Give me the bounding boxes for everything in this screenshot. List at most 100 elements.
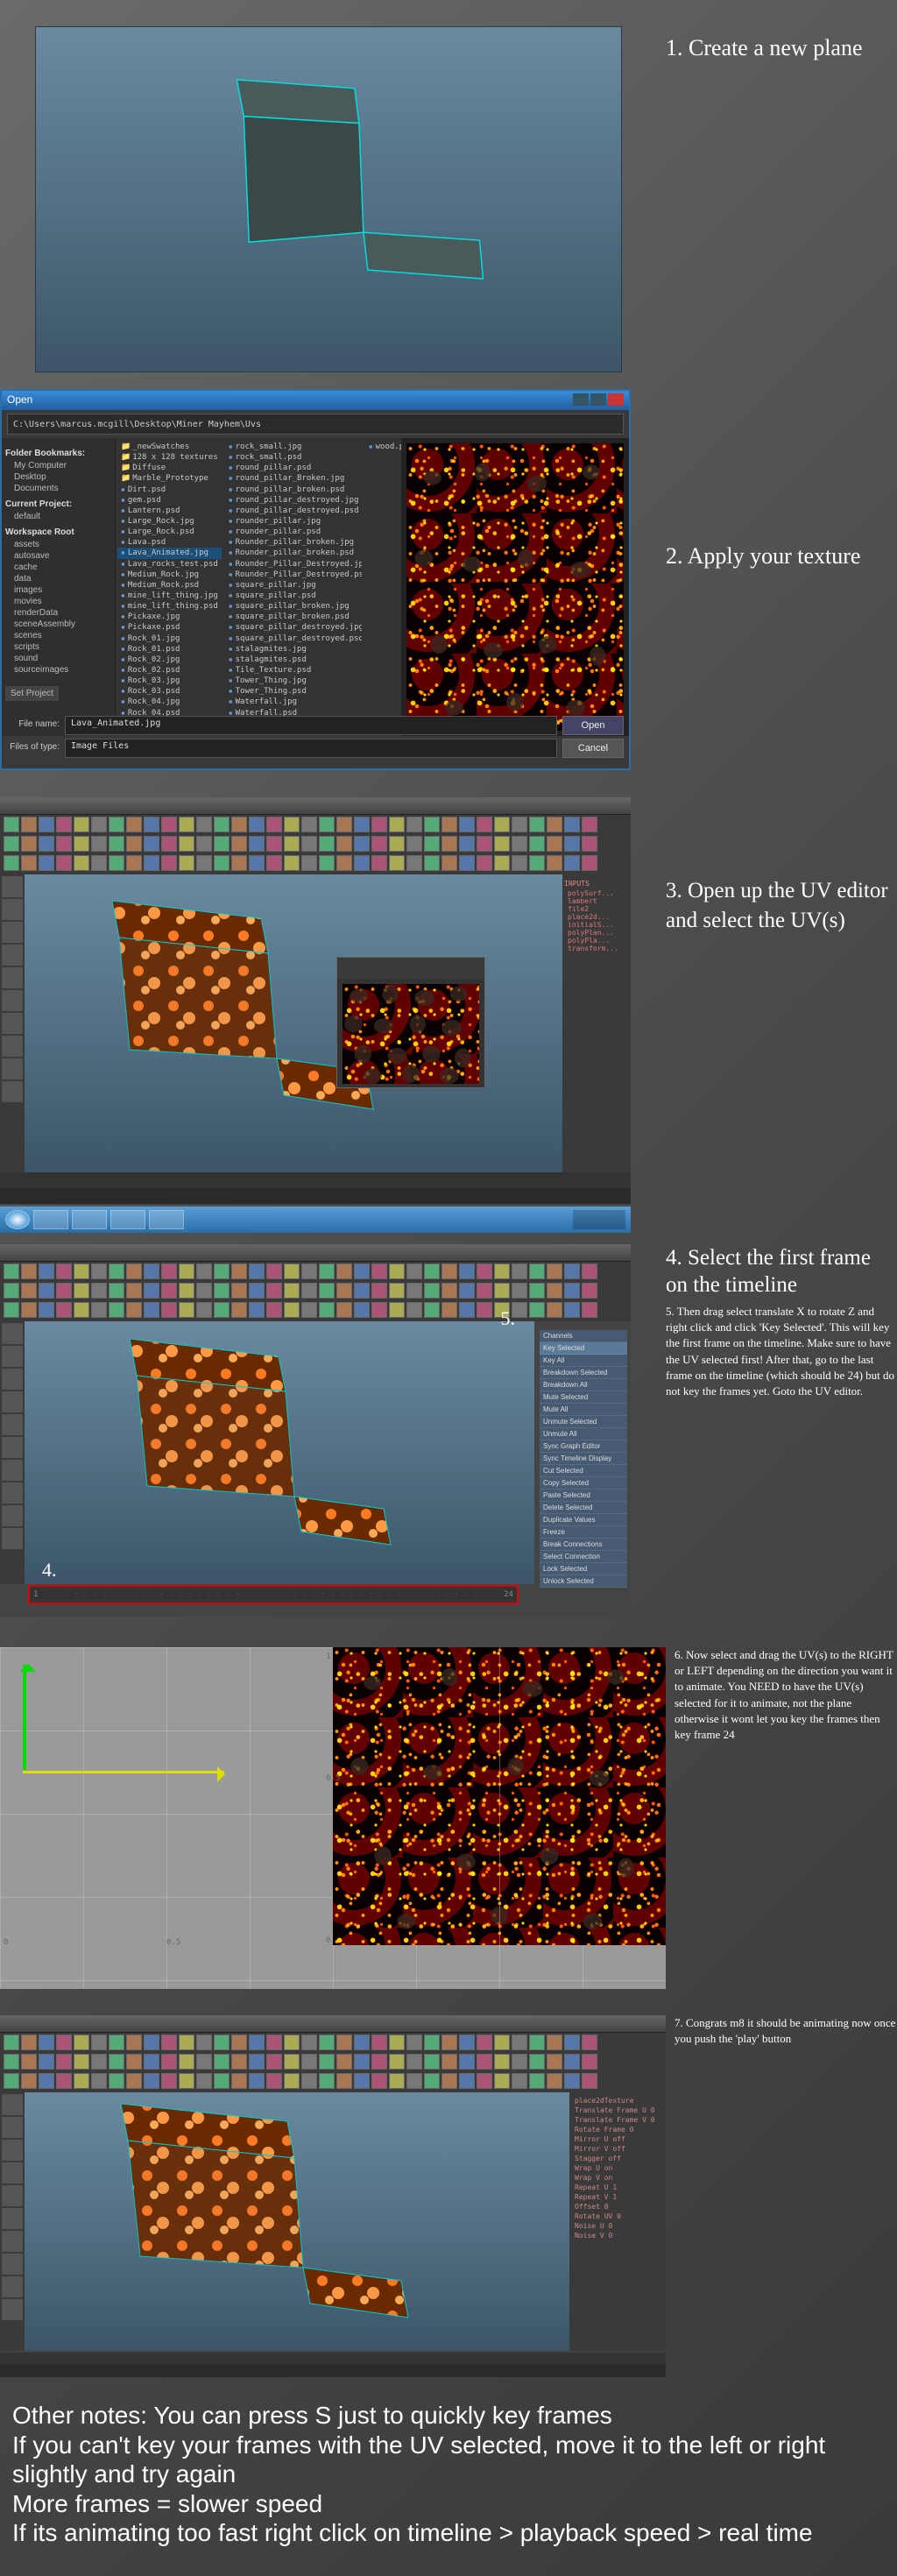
toolbar-icon[interactable] <box>494 2054 510 2070</box>
channel-item[interactable]: place2d... <box>564 913 629 921</box>
toolbar-icon[interactable] <box>319 2035 335 2050</box>
toolbar-icon[interactable] <box>144 817 159 832</box>
toolbar-icon[interactable] <box>161 817 177 832</box>
tool-icon[interactable] <box>2 1414 23 1435</box>
range-slider[interactable] <box>0 1188 631 1204</box>
file-item[interactable]: mine_lift_thing.psd <box>117 601 222 612</box>
toolbar-icon[interactable] <box>371 2073 387 2089</box>
toolbar-icon[interactable] <box>459 1302 475 1318</box>
tool-icon[interactable] <box>2 2276 23 2297</box>
toolbar-icon[interactable] <box>231 1302 247 1318</box>
file-item[interactable]: Tower_Thing.psd <box>225 686 362 697</box>
toolbar-icon[interactable] <box>126 2073 142 2089</box>
toolbar-icon[interactable] <box>144 2073 159 2089</box>
toolbar-icon[interactable] <box>56 1302 72 1318</box>
toolbar-icon[interactable] <box>214 1302 230 1318</box>
toolbar-icon[interactable] <box>284 855 300 871</box>
toolbar-icon[interactable] <box>4 1302 19 1318</box>
maya-viewport[interactable] <box>25 874 562 1172</box>
taskbar-app[interactable] <box>149 1210 184 1229</box>
toolbar-icon[interactable] <box>547 1283 562 1299</box>
tool-icon[interactable] <box>2 2117 23 2138</box>
toolbar-icon[interactable] <box>284 2073 300 2089</box>
toolbar-icon[interactable] <box>56 817 72 832</box>
file-item[interactable]: rock_small.psd <box>225 452 362 463</box>
file-item[interactable]: rounder_pillar.jpg <box>225 516 362 527</box>
file-item[interactable]: Rounder_pillar_broken.jpg <box>225 537 362 548</box>
workspace-folder[interactable]: assets <box>5 539 111 550</box>
toolbar-icon[interactable] <box>56 2073 72 2089</box>
toolbar-icon[interactable] <box>266 1283 282 1299</box>
toolbar-icon[interactable] <box>424 817 440 832</box>
toolbar-icon[interactable] <box>441 1283 457 1299</box>
toolbar-icon[interactable] <box>371 1263 387 1279</box>
file-item[interactable]: rounder_pillar.psd <box>225 527 362 537</box>
file-item[interactable]: Pickaxe.psd <box>117 622 222 633</box>
toolbar-icon[interactable] <box>459 2054 475 2070</box>
toolbar-icon[interactable] <box>389 2054 405 2070</box>
file-item[interactable]: Large_Rock.jpg <box>117 516 222 527</box>
toolbar-icon[interactable] <box>582 836 597 852</box>
toolbar-icon[interactable] <box>21 2054 37 2070</box>
toolbar-icon[interactable] <box>249 1263 265 1279</box>
tool-icon[interactable] <box>2 2231 23 2252</box>
toolbar-icon[interactable] <box>39 836 54 852</box>
menu-item[interactable]: Key All <box>540 1355 627 1367</box>
toolbar-icon[interactable] <box>371 2035 387 2050</box>
toolbar-icon[interactable] <box>441 836 457 852</box>
toolbar-icon[interactable] <box>266 1302 282 1318</box>
toolbar-icon[interactable] <box>564 1283 580 1299</box>
toolbar-icon[interactable] <box>529 1283 545 1299</box>
toolbar-icon[interactable] <box>389 1283 405 1299</box>
look-in-path[interactable]: C:\Users\marcus.mcgill\Desktop\Miner May… <box>7 414 624 435</box>
toolbar-icon[interactable] <box>214 1263 230 1279</box>
toolbar-icon[interactable] <box>126 1263 142 1279</box>
cancel-button[interactable]: Cancel <box>562 739 624 758</box>
toolbar-icon[interactable] <box>144 1283 159 1299</box>
toolbar-icon[interactable] <box>161 1263 177 1279</box>
attribute-row[interactable]: Mirror U off <box>573 2134 662 2144</box>
toolbar-icon[interactable] <box>564 2073 580 2089</box>
toolbar-icon[interactable] <box>319 855 335 871</box>
file-item[interactable]: Rock_01.psd <box>117 644 222 655</box>
toolbar-icon[interactable] <box>424 1283 440 1299</box>
toolbar-icon[interactable] <box>39 1283 54 1299</box>
toolbar-icon[interactable] <box>109 1302 124 1318</box>
toolbar-icon[interactable] <box>249 2054 265 2070</box>
tool-icon[interactable] <box>2 1369 23 1390</box>
tool-icon[interactable] <box>2 922 23 943</box>
toolbar-icon[interactable] <box>547 836 562 852</box>
toolbar-icon[interactable] <box>582 1263 597 1279</box>
attribute-row[interactable]: Repeat V 1 <box>573 2192 662 2202</box>
toolbar-icon[interactable] <box>179 1263 194 1279</box>
toolbar-icon[interactable] <box>126 817 142 832</box>
file-item[interactable]: Tile_Texture.psd <box>225 665 362 676</box>
file-column-2[interactable]: rock_small.jpgrock_small.psdround_pillar… <box>223 438 364 736</box>
tool-icon[interactable] <box>2 2299 23 2320</box>
toolbar-icon[interactable] <box>336 817 352 832</box>
toolbar-icon[interactable] <box>266 2054 282 2070</box>
file-item[interactable]: square_pillar_broken.psd <box>225 612 362 622</box>
toolbar-icon[interactable] <box>214 836 230 852</box>
workspace-folder[interactable]: sound <box>5 653 111 664</box>
filename-input[interactable]: Lava_Animated.jpg <box>65 716 557 735</box>
toolbar-icon[interactable] <box>196 817 212 832</box>
toolbar-icon[interactable] <box>494 2073 510 2089</box>
toolbar-icon[interactable] <box>39 1302 54 1318</box>
file-item[interactable]: Lava_Animated.jpg <box>117 548 222 558</box>
toolbar-icon[interactable] <box>74 817 89 832</box>
tool-icon[interactable] <box>2 2162 23 2183</box>
menu-item[interactable]: Duplicate Values <box>540 1514 627 1526</box>
menu-item[interactable]: Cut Selected <box>540 1465 627 1477</box>
start-button[interactable] <box>5 1210 30 1229</box>
toolbar-icon[interactable] <box>477 2054 492 2070</box>
toolbar-icon[interactable] <box>214 2073 230 2089</box>
toolbar-icon[interactable] <box>512 2035 527 2050</box>
toolbar-icon[interactable] <box>161 1302 177 1318</box>
file-item[interactable]: mine_lift_thing.jpg <box>117 591 222 601</box>
toolbar-icon[interactable] <box>582 2054 597 2070</box>
toolbar-icon[interactable] <box>459 2073 475 2089</box>
toolbar-icon[interactable] <box>389 1263 405 1279</box>
toolbar-icon[interactable] <box>459 836 475 852</box>
attribute-row[interactable]: Mirror V off <box>573 2144 662 2154</box>
